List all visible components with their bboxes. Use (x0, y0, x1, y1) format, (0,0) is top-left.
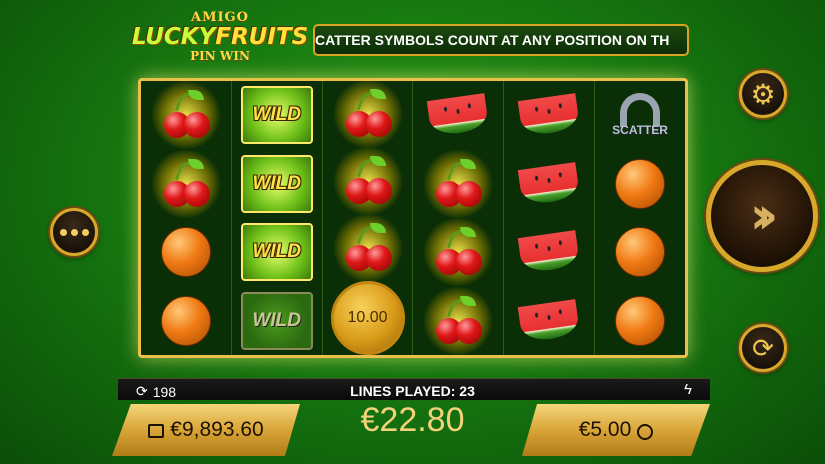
reel-cell (595, 150, 685, 219)
logo-main-text: LUCKYFRUITS (131, 24, 309, 50)
reel-cell: WILD (232, 218, 322, 287)
reel-cell (141, 218, 231, 287)
reel-cell (141, 149, 231, 219)
reel-grid: WILD WILD WILD WILD 10.00 SCATTER (138, 78, 688, 358)
stake-value: €5.00 (578, 418, 632, 441)
reel-column: 10.00 (323, 80, 414, 356)
watermelon-symbol (425, 85, 491, 145)
coin-stack-icon (637, 424, 654, 440)
reel-column: WILD WILD WILD WILD (232, 81, 323, 355)
wild-label: WILD (252, 241, 301, 263)
reel-cell (323, 147, 413, 215)
reel-cell: 10.00 (323, 281, 413, 356)
stake-button[interactable]: €5.00 (522, 404, 710, 456)
coin-value: 10.00 (347, 309, 388, 327)
wild-symbol: WILD (240, 154, 313, 213)
reel-cell (323, 213, 413, 282)
settings-button[interactable]: ⚙ (739, 70, 787, 118)
reel-cell: WILD (232, 81, 322, 150)
reel-cell (141, 287, 231, 356)
autoplay-arrows-icon: ⟳ (752, 332, 774, 363)
marquee-text: CATTER SYMBOLS COUNT AT ANY POSITION ON … (315, 32, 670, 48)
reel-column (413, 81, 505, 356)
cherry-symbol (330, 147, 405, 215)
logo-top-text: AMIGO (191, 10, 249, 25)
wild-label: WILD (252, 309, 301, 331)
cherry-symbol (148, 81, 223, 150)
reel-cell: WILD (232, 287, 322, 356)
reel-cell (413, 81, 503, 150)
menu-button[interactable] (50, 208, 98, 256)
info-marquee: CATTER SYMBOLS COUNT AT ANY POSITION ON … (313, 24, 689, 56)
orange-symbol (607, 291, 673, 351)
wild-symbol: WILD (240, 223, 313, 282)
watermelon-symbol (516, 291, 582, 351)
reel-cell: SCATTER (595, 81, 685, 150)
orange-symbol (607, 154, 673, 214)
reel-cell (323, 80, 413, 149)
reel-cell (413, 286, 503, 356)
cherry-symbol (148, 149, 223, 218)
gear-icon: ⚙ (750, 78, 776, 110)
horseshoe-icon (620, 93, 661, 128)
cherry-symbol (421, 149, 496, 218)
reel-cell: WILD (232, 150, 322, 219)
scatter-label: SCATTER (612, 123, 668, 138)
reel-column: SCATTER (595, 81, 685, 355)
reel-column (504, 81, 596, 356)
orange-symbol (153, 291, 219, 351)
reel-cell (413, 218, 503, 287)
lines-played-label: LINES PLAYED: 23 (350, 383, 475, 399)
coin-symbol: 10.00 (330, 281, 405, 356)
orange-symbol (153, 222, 219, 282)
wild-symbol: WILD (240, 86, 313, 145)
reel-cell (504, 218, 594, 287)
lightning-icon[interactable]: ϟ (684, 381, 692, 398)
cherry-symbol (330, 80, 405, 149)
reel-cell (504, 287, 594, 356)
orange-symbol (607, 222, 673, 282)
reel-column (141, 81, 232, 355)
reel-cell (595, 287, 685, 356)
cherry-symbol (421, 286, 496, 355)
spin-button[interactable]: ›› (706, 160, 818, 272)
reel-cell (595, 218, 685, 287)
double-chevron-right-icon: ›› (749, 186, 779, 246)
watermelon-symbol (516, 154, 582, 214)
reel-cell (413, 149, 503, 219)
reel-cell (504, 150, 594, 219)
more-dots-icon (59, 228, 89, 236)
watermelon-symbol (516, 85, 582, 145)
watermelon-symbol (516, 222, 582, 282)
reel-cell (141, 81, 231, 150)
logo-bottom-text: PIN WIN (190, 49, 250, 63)
wild-label: WILD (252, 104, 301, 126)
scatter-symbol: SCATTER (612, 93, 668, 137)
autoplay-button[interactable]: ⟳ (739, 324, 787, 372)
cherry-symbol (421, 218, 496, 287)
reel-cell (504, 81, 594, 150)
wild-label: WILD (252, 172, 301, 194)
game-logo: AMIGO LUCKYFRUITS PIN WIN (130, 10, 310, 68)
cherry-symbol (330, 213, 405, 282)
wild-symbol: WILD (240, 291, 313, 350)
